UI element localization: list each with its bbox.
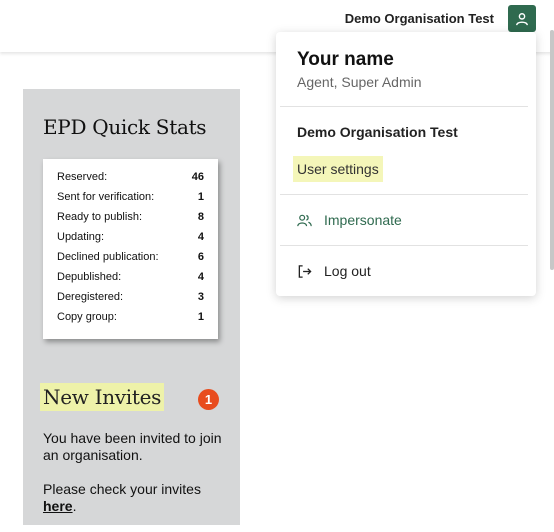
user-menu-button[interactable] [508, 5, 536, 32]
user-icon [516, 12, 528, 25]
stat-label: Updating: [57, 231, 105, 243]
stat-label: Declined publication: [57, 251, 159, 263]
invite-check-text: Please check your invites here. [43, 481, 228, 515]
invite-count-badge: 1 [198, 389, 219, 410]
quick-stats-panel: EPD Quick Stats Reserved: 46 Sent for ver… [23, 89, 240, 525]
stat-value: 6 [197, 251, 204, 263]
invite-message-text: You have been invited to join an organis… [43, 430, 222, 463]
stat-row: Deregistered: 3 [57, 291, 204, 311]
stat-value: 3 [197, 291, 204, 303]
stat-label: Deregistered: [57, 291, 124, 303]
user-dropdown-menu: Your name Agent, Super Admin Demo Organi… [276, 32, 536, 296]
invite-check-suffix: . [72, 498, 77, 514]
stat-value: 8 [197, 211, 204, 223]
users-icon [296, 212, 312, 228]
user-name: Your name [297, 49, 394, 70]
user-settings-link[interactable]: User settings [293, 156, 383, 182]
invites-link[interactable]: here [43, 498, 73, 514]
logout-menu-item[interactable]: Log out [296, 263, 371, 279]
stat-label: Ready to publish: [57, 211, 142, 223]
menu-organisation: Demo Organisation Test [297, 124, 458, 140]
stat-row: Sent for verification: 1 [57, 191, 204, 211]
stat-value: 4 [197, 271, 204, 283]
impersonate-menu-item[interactable]: Impersonate [296, 212, 402, 228]
stat-value: 1 [197, 191, 204, 203]
logout-label: Log out [324, 263, 371, 279]
stat-label: Depublished: [57, 271, 122, 283]
user-role: Agent, Super Admin [297, 74, 422, 90]
stats-card: Reserved: 46 Sent for verification: 1 Read… [43, 159, 218, 339]
divider [280, 245, 528, 246]
stat-label: Reserved: [57, 171, 108, 183]
stat-row: Copy group: 1 [57, 311, 204, 331]
scrollbar[interactable] [550, 30, 554, 270]
stat-value: 1 [197, 311, 204, 323]
stat-label: Copy group: [57, 311, 117, 323]
stat-value: 46 [191, 171, 204, 183]
impersonate-label: Impersonate [324, 212, 402, 228]
stat-row: Reserved: 46 [57, 171, 204, 191]
invite-message: You have been invited to join an organis… [43, 430, 228, 532]
stat-row: Depublished: 4 [57, 271, 204, 291]
stat-row: Ready to publish: 8 [57, 211, 204, 231]
new-invites-title: New Invites [40, 383, 165, 411]
logout-icon [296, 263, 312, 279]
header-organisation-name: Demo Organisation Test [344, 11, 494, 26]
stat-label: Sent for verification: [57, 191, 155, 203]
stat-row: Updating: 4 [57, 231, 204, 251]
divider [280, 106, 528, 107]
divider [280, 194, 528, 195]
stat-row: Declined publication: 6 [57, 251, 204, 271]
invite-check-prefix: Please check your invites [43, 481, 201, 497]
quick-stats-title: EPD Quick Stats [43, 115, 207, 139]
stat-value: 4 [197, 231, 204, 243]
